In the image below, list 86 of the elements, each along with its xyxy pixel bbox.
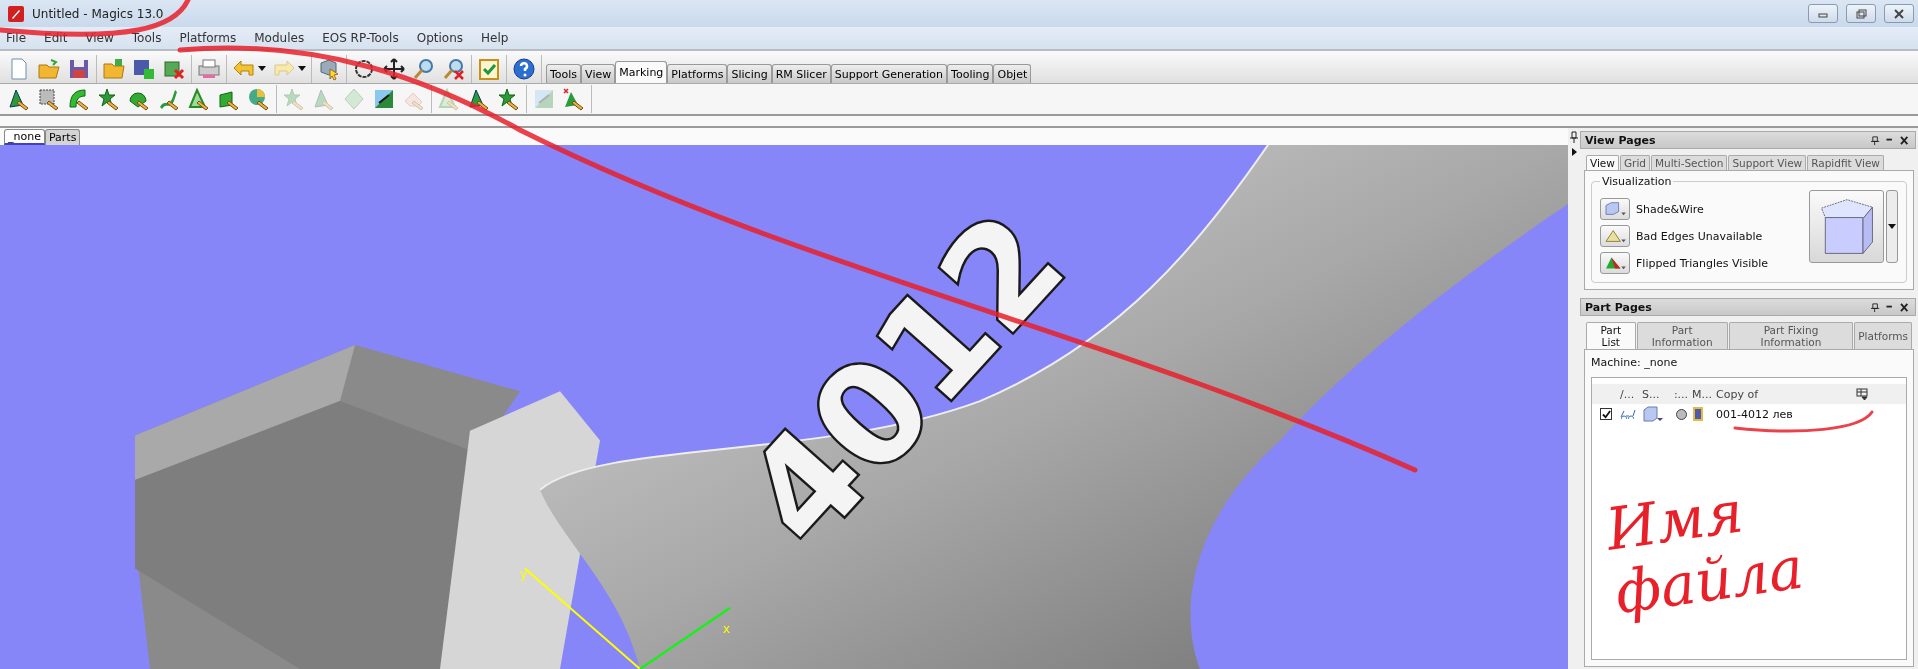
panel-tab[interactable]: Part List bbox=[1586, 322, 1636, 349]
menu-item[interactable]: Tools bbox=[131, 31, 162, 45]
menu-item[interactable]: Help bbox=[481, 31, 509, 45]
dropdown-button[interactable] bbox=[1886, 190, 1898, 263]
ribbon-tab[interactable]: Marking bbox=[615, 61, 668, 83]
panel-tab[interactable]: Grid bbox=[1619, 155, 1650, 170]
ribbon-tab[interactable]: Objet bbox=[993, 64, 1032, 83]
panel-tab[interactable]: Rapidfit View bbox=[1807, 155, 1884, 170]
shade-mode-button[interactable] bbox=[1600, 198, 1630, 220]
caret-icon[interactable] bbox=[298, 66, 306, 72]
triangle-marking-icon[interactable] bbox=[467, 87, 491, 111]
curve-marking-icon[interactable] bbox=[157, 87, 181, 111]
save-icon[interactable] bbox=[67, 57, 91, 81]
app-logo-icon bbox=[8, 5, 24, 22]
menu-item[interactable]: EOS RP-Tools bbox=[322, 31, 399, 45]
part-name-cell[interactable]: 001-4012 лев bbox=[1716, 407, 1856, 421]
zoom-clear-icon[interactable] bbox=[442, 57, 466, 81]
panel-tab[interactable]: Platforms bbox=[1854, 322, 1912, 349]
axis-label: y bbox=[520, 567, 528, 582]
panel-tab[interactable]: Part Fixing Information bbox=[1728, 322, 1854, 349]
triangle-marking-icon[interactable] bbox=[7, 87, 31, 111]
ribbon-tab[interactable]: Tools bbox=[546, 64, 582, 83]
ribbon-tab[interactable]: Tooling bbox=[947, 64, 994, 83]
column-header[interactable]: M... bbox=[1692, 387, 1716, 401]
group-label: Visualization bbox=[1601, 175, 1673, 188]
edges-mode-button[interactable] bbox=[1600, 225, 1630, 247]
help-icon[interactable] bbox=[512, 57, 536, 81]
ribbon-tab[interactable]: Slicing bbox=[727, 64, 772, 83]
grid-marking-icon[interactable] bbox=[37, 87, 61, 111]
open-icon[interactable] bbox=[37, 57, 61, 81]
window-title: Untitled - Magics 13.0 bbox=[32, 6, 164, 21]
material-icon bbox=[1692, 406, 1704, 422]
column-chooser-icon[interactable] bbox=[1856, 388, 1868, 400]
remove-marking-icon[interactable] bbox=[562, 87, 586, 111]
zoom-icon[interactable] bbox=[412, 57, 436, 81]
menu-item[interactable]: Options bbox=[416, 31, 463, 45]
caret-icon[interactable] bbox=[258, 66, 266, 72]
status-dot bbox=[1675, 408, 1687, 420]
menu-item[interactable]: Modules bbox=[254, 31, 305, 45]
ribbon-tab[interactable]: Platforms bbox=[667, 64, 728, 83]
ribbon-tab[interactable]: Support Generation bbox=[830, 64, 948, 83]
close-icon-button[interactable] bbox=[1884, 4, 1914, 23]
menu-item[interactable]: File bbox=[6, 31, 27, 45]
arc-marking-icon[interactable] bbox=[67, 87, 91, 111]
panel-title: Part Pages bbox=[1585, 300, 1652, 314]
axis-label: x bbox=[723, 621, 731, 636]
ribbon-tab[interactable]: RM Slicer bbox=[771, 64, 831, 83]
ribbon-tab[interactable]: View bbox=[581, 64, 616, 83]
panel-title: View Pages bbox=[1585, 133, 1656, 147]
view-cube-button[interactable] bbox=[1809, 190, 1884, 263]
swap-marking-icon[interactable] bbox=[372, 87, 396, 111]
column-header[interactable]: S... bbox=[1642, 387, 1670, 401]
restore-icon-button[interactable] bbox=[1846, 4, 1876, 23]
check-icon[interactable] bbox=[477, 57, 501, 81]
column-header[interactable]: /... bbox=[1620, 387, 1642, 401]
panel-controls-icon[interactable] bbox=[1871, 301, 1911, 313]
caret-icon[interactable] bbox=[1888, 223, 1896, 230]
move-icon[interactable] bbox=[382, 57, 406, 81]
document-tab[interactable]: Parts bbox=[44, 129, 81, 145]
checkbox[interactable] bbox=[1600, 408, 1612, 420]
print-icon[interactable] bbox=[197, 57, 221, 81]
option-label: Flipped Triangles Visible bbox=[1636, 256, 1768, 270]
open-folder-icon[interactable] bbox=[102, 57, 126, 81]
column-header[interactable]: Copy of bbox=[1716, 387, 1856, 401]
column-header[interactable]: :... bbox=[1670, 387, 1692, 401]
flipped-mode-button[interactable] bbox=[1600, 252, 1630, 274]
option-label: Bad Edges Unavailable bbox=[1636, 229, 1763, 243]
panel-tab[interactable]: Multi-Section bbox=[1650, 155, 1728, 170]
panel-tab[interactable]: Part Information bbox=[1636, 322, 1728, 349]
outline-marking-icon[interactable] bbox=[187, 87, 211, 111]
panel-controls-icon[interactable] bbox=[1871, 134, 1911, 146]
panel-tab[interactable]: Support View bbox=[1728, 155, 1807, 170]
sphere-marking-icon[interactable] bbox=[247, 87, 271, 111]
option-label: Shade&Wire bbox=[1636, 202, 1704, 216]
minimize-icon-button[interactable] bbox=[1808, 4, 1838, 23]
star-marking-icon[interactable] bbox=[497, 87, 521, 111]
shade-mode-icon[interactable] bbox=[1642, 406, 1664, 422]
document-tab[interactable]: _none bbox=[4, 129, 45, 145]
panel-tab[interactable]: View bbox=[1586, 155, 1619, 170]
rotate-icon[interactable] bbox=[352, 57, 376, 81]
select-icon[interactable] bbox=[317, 57, 341, 81]
save-part-icon[interactable] bbox=[132, 57, 156, 81]
machine-label: Machine: _none bbox=[1591, 356, 1679, 369]
star-marking-icon[interactable] bbox=[97, 87, 121, 111]
handwritten-note: Имя файла bbox=[1602, 476, 1809, 626]
menu-item[interactable]: Platforms bbox=[179, 31, 237, 45]
